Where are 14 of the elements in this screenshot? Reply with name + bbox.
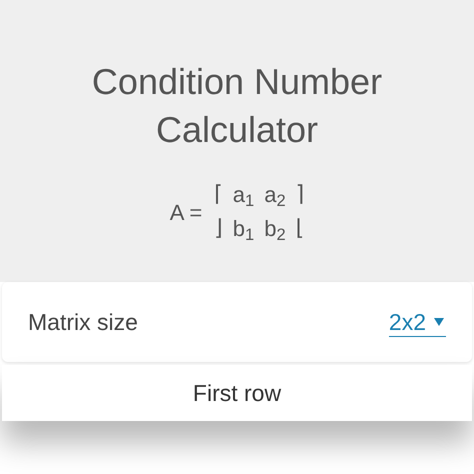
matrix-size-dropdown[interactable]: 2x2 xyxy=(388,308,446,336)
matrix-size-label: Matrix size xyxy=(28,308,138,337)
caret-icon xyxy=(434,318,444,326)
matrix-label: A = xyxy=(170,198,202,226)
matrix-entry: b$_{1}$ xyxy=(232,215,254,244)
matrix-entry: a$_{2}$ xyxy=(264,181,286,210)
matrix-bracket: ⌉ xyxy=(296,181,304,209)
matrix-entry: a$_{1}$ xyxy=(232,181,254,210)
calculator-title: Condition Number Calculator xyxy=(90,60,384,152)
matrix-entry: b$_{2}$ xyxy=(264,215,286,244)
matrix-bracket: ⌊ xyxy=(296,215,304,243)
section-title: First row xyxy=(192,378,282,408)
matrix-bracket: ⌋ xyxy=(214,215,223,243)
matrix-bracket: ⌈ xyxy=(214,181,223,209)
